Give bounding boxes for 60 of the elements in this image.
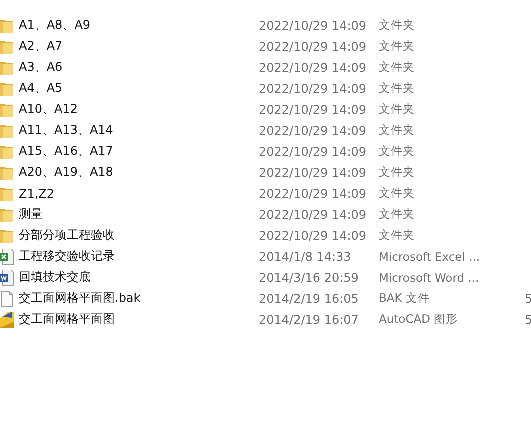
folder-icon	[0, 206, 14, 222]
file-name[interactable]: A15、A16、A17	[19, 144, 114, 158]
folder-icon	[0, 186, 14, 202]
file-icon	[0, 290, 14, 306]
document-icon	[0, 270, 14, 286]
modified-date: 2022/10/29 14:09	[259, 228, 367, 242]
file-name[interactable]: A20、A19、A18	[19, 165, 114, 179]
modified-date: 2022/10/29 14:09	[259, 102, 367, 116]
modified-date: 2014/3/16 20:59	[259, 270, 359, 284]
folder-icon	[0, 144, 14, 160]
modified-date: 2014/1/8 14:33	[259, 250, 352, 264]
file-type: 文件夹	[379, 81, 415, 95]
modified-date: 2022/10/29 14:09	[259, 60, 367, 74]
file-name[interactable]: 回填技术交底	[19, 270, 91, 284]
folder-icon	[0, 122, 14, 138]
modified-date: 2022/10/29 14:09	[259, 40, 367, 54]
file-type: BAK 文件	[379, 291, 430, 305]
file-type: 文件夹	[379, 39, 415, 53]
file-type: Microsoft Word ...	[379, 270, 480, 284]
modified-date: 2014/2/19 16:07	[259, 312, 359, 326]
file-type: 文件夹	[379, 18, 415, 32]
file-name[interactable]: Z1,Z2	[19, 186, 55, 200]
file-type: AutoCAD 图形	[379, 312, 458, 326]
modified-date: 2022/10/29 14:09	[259, 18, 367, 32]
modified-date: 2014/2/19 16:05	[259, 292, 359, 306]
folder-icon	[0, 80, 14, 96]
file-type: 文件夹	[379, 165, 415, 179]
spreadsheet-icon	[0, 248, 14, 264]
file-name[interactable]: A1、A8、A9	[19, 18, 91, 32]
file-name[interactable]: A11、A13、A14	[19, 123, 114, 137]
folder-icon	[0, 102, 14, 118]
file-type: 文件夹	[379, 186, 415, 200]
file-name[interactable]: A4、A5	[19, 81, 63, 95]
folder-icon	[0, 18, 14, 34]
file-type: 文件夹	[379, 228, 415, 242]
file-type: 文件夹	[379, 102, 415, 116]
modified-date: 2022/10/29 14:09	[259, 82, 367, 96]
folder-icon	[0, 38, 14, 54]
file-name[interactable]: A10、A12	[19, 102, 78, 116]
folder-icon	[0, 228, 14, 244]
modified-date: 2022/10/29 14:09	[259, 144, 367, 158]
file-name[interactable]: 交工面网格平面图	[19, 312, 115, 326]
file-type: 文件夹	[379, 60, 415, 74]
file-type: 文件夹	[379, 207, 415, 221]
folder-icon	[0, 164, 14, 180]
modified-date: 2022/10/29 14:09	[259, 208, 367, 222]
file-name[interactable]: 测量	[19, 207, 43, 221]
file-type: 文件夹	[379, 144, 415, 158]
modified-date: 2022/10/29 14:09	[259, 166, 367, 180]
file-name[interactable]: A2、A7	[19, 39, 63, 53]
modified-date: 2022/10/29 14:09	[259, 186, 367, 200]
file-type: 文件夹	[379, 123, 415, 137]
file-name[interactable]: 工程移交验收记录	[19, 249, 115, 263]
file-name[interactable]: A3、A6	[19, 60, 63, 74]
modified-date: 2022/10/29 14:09	[259, 124, 367, 138]
file-type: Microsoft Excel ...	[379, 250, 480, 264]
folder-icon	[0, 60, 14, 76]
file-name[interactable]: 交工面网格平面图.bak	[19, 291, 141, 305]
file-name[interactable]: 分部分项工程验收	[19, 228, 115, 242]
drawing-file-icon	[0, 312, 14, 328]
